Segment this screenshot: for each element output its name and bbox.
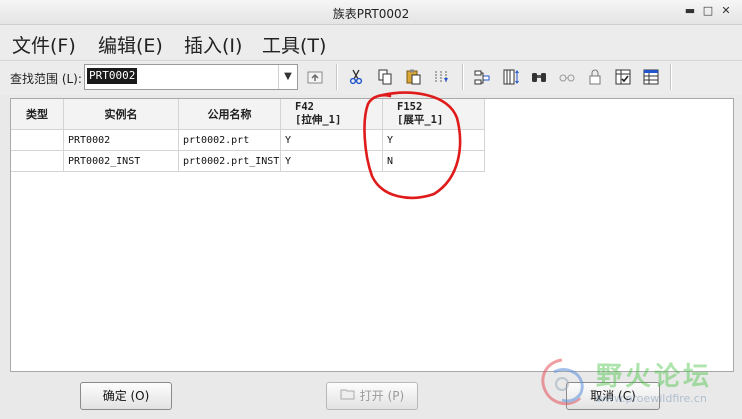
- cell-common-name[interactable]: prt0002.prt_INST: [178, 150, 281, 172]
- toolbar-separator: [670, 64, 672, 90]
- watermark-logo-icon: [541, 358, 584, 406]
- lookin-label: 查找范围 (L):: [10, 72, 82, 86]
- watermark-text: 野火论坛: [596, 362, 713, 392]
- table-row[interactable]: PRT0002_INST prt0002.prt_INST Y N: [11, 150, 485, 172]
- cell-instance[interactable]: PRT0002: [63, 129, 179, 151]
- menu-insert[interactable]: 插入(I): [184, 31, 242, 58]
- up-folder-icon[interactable]: [304, 66, 326, 88]
- column-header-common-name[interactable]: 公用名称: [178, 99, 281, 130]
- toolbar-separator: [336, 64, 338, 90]
- menu-file[interactable]: 文件(F): [12, 31, 76, 58]
- paste-icon[interactable]: [402, 66, 424, 88]
- lock-icon[interactable]: [584, 66, 606, 88]
- table-row[interactable]: PRT0002 prt0002.prt Y Y: [11, 129, 485, 151]
- cell-f152[interactable]: N: [382, 150, 485, 172]
- maximize-icon[interactable]: □: [702, 5, 714, 17]
- column-header-f42-id: F42: [295, 101, 314, 113]
- column-header-f152-name: [展平_1]: [397, 114, 444, 126]
- table-icon[interactable]: [640, 66, 662, 88]
- cell-f42[interactable]: Y: [280, 129, 383, 151]
- column-header-f152-id: F152: [397, 101, 423, 113]
- minimize-icon[interactable]: ▬: [684, 5, 696, 17]
- open-button[interactable]: 打开 (P): [326, 382, 418, 410]
- add-items-icon[interactable]: [471, 66, 493, 88]
- verify-icon[interactable]: [612, 66, 634, 88]
- window-title: 族表PRT0002: [332, 7, 410, 21]
- insert-column-icon[interactable]: [430, 66, 452, 88]
- family-table-grid: 类型 实例名 公用名称 F42 [拉伸_1] F152 [展平_1] PRT00…: [11, 99, 485, 172]
- open-button-label: 打开 (P): [359, 389, 405, 403]
- chevron-down-icon[interactable]: ▼: [278, 65, 297, 89]
- open-folder-icon: [340, 384, 356, 410]
- menu-edit[interactable]: 编辑(E): [98, 31, 163, 58]
- watermark-url: www.proewildfire.cn: [596, 392, 707, 405]
- close-icon[interactable]: ✕: [720, 5, 732, 17]
- toolbar-separator: [462, 64, 464, 90]
- ok-button[interactable]: 确定 (O): [80, 382, 172, 410]
- copy-icon[interactable]: [374, 66, 396, 88]
- family-table[interactable]: 类型 实例名 公用名称 F42 [拉伸_1] F152 [展平_1] PRT00…: [10, 98, 734, 372]
- column-header-f42-name: [拉伸_1]: [295, 114, 342, 126]
- column-height-icon[interactable]: [500, 66, 522, 88]
- cell-common-name[interactable]: prt0002.prt: [178, 129, 281, 151]
- cell-f42[interactable]: Y: [280, 150, 383, 172]
- column-header-f42[interactable]: F42 [拉伸_1]: [280, 99, 383, 130]
- column-header-f152[interactable]: F152 [展平_1]: [382, 99, 485, 130]
- lookin-value: PRT0002: [87, 68, 138, 84]
- column-header-type[interactable]: 类型: [11, 99, 64, 130]
- cut-icon[interactable]: [345, 66, 367, 88]
- column-header-instance[interactable]: 实例名: [63, 99, 179, 130]
- cell-instance[interactable]: PRT0002_INST: [63, 150, 179, 172]
- glasses-icon[interactable]: [556, 66, 578, 88]
- title-bar: 族表PRT0002 ▬ □ ✕: [0, 0, 742, 25]
- cell-f152[interactable]: Y: [382, 129, 485, 151]
- cell-type[interactable]: [11, 129, 64, 151]
- lookin-combo[interactable]: PRT0002 ▼: [84, 64, 298, 90]
- menu-bar: 文件(F) 编辑(E) 插入(I) 工具(T): [0, 25, 742, 59]
- menu-tools[interactable]: 工具(T): [262, 31, 326, 58]
- find-icon[interactable]: [528, 66, 550, 88]
- cell-type[interactable]: [11, 150, 64, 172]
